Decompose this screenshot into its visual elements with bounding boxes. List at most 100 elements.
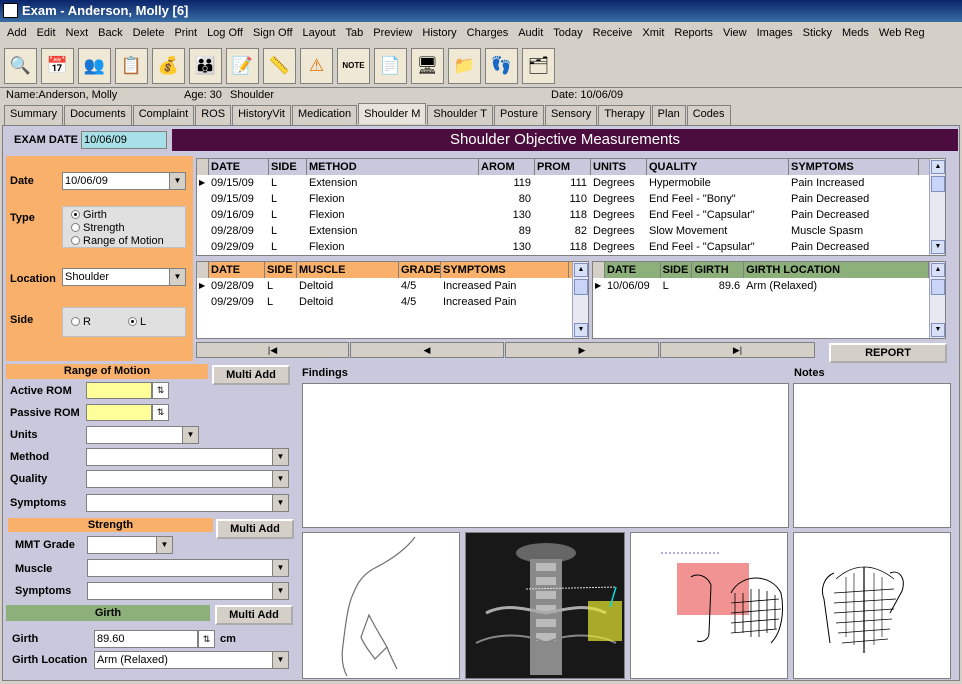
tab-complaint[interactable]: Complaint — [132, 105, 195, 125]
type-option-rom[interactable]: Range of Motion — [71, 235, 185, 248]
menu-item-view[interactable]: View — [718, 27, 752, 39]
scroll-up-icon[interactable]: ▲ — [574, 263, 588, 277]
tab-ros[interactable]: ROS — [195, 105, 232, 125]
table-row[interactable]: 09/15/09 L Flexion 80 110 Degrees End Feel - "… — [197, 191, 929, 207]
menu-item-preview[interactable]: Preview — [368, 27, 417, 39]
skeleton-outline-image[interactable] — [793, 532, 951, 679]
column-header-symptoms[interactable]: SYMPTOMS — [441, 262, 569, 278]
note-icon[interactable]: NOTE — [337, 47, 370, 84]
table-row[interactable]: 09/29/09 L Deltoid 4/5 Increased Pain — [197, 294, 572, 310]
column-header-girth[interactable]: GIRTH — [692, 262, 745, 278]
column-header-side[interactable]: SIDE — [661, 262, 693, 278]
nav-prev-button[interactable]: ◀ — [350, 342, 504, 358]
menu-item-history[interactable]: History — [417, 27, 461, 39]
people-icon[interactable]: 👥 — [78, 47, 111, 84]
active-rom-stepper-icon[interactable]: ⇅ — [152, 382, 169, 399]
report-button[interactable]: REPORT — [829, 343, 947, 363]
menu-item-today[interactable]: Today — [548, 27, 587, 39]
money-bag-icon[interactable]: 💰 — [152, 47, 185, 84]
files-icon[interactable]: 🗂 — [522, 47, 555, 84]
side-option-r[interactable]: R — [71, 316, 91, 328]
chevron-down-icon[interactable]: ▼ — [272, 471, 288, 487]
skeleton-annotated-image[interactable] — [630, 532, 788, 679]
tab-posture[interactable]: Posture — [494, 105, 544, 125]
units-combo[interactable]: ▼ — [86, 426, 199, 444]
tab-medication[interactable]: Medication — [291, 105, 358, 125]
menu-item-delete[interactable]: Delete — [128, 27, 170, 39]
muscle-combo[interactable]: ▼ — [87, 559, 289, 577]
nav-next-button[interactable]: ▶ — [505, 342, 659, 358]
table-row[interactable]: ▶ 09/28/09 L Deltoid 4/5 Increased Pain — [197, 278, 572, 294]
mmt-grade-combo[interactable]: ▼ — [87, 536, 173, 554]
tab-plan[interactable]: Plan — [651, 105, 686, 125]
chevron-down-icon[interactable]: ▼ — [272, 560, 288, 576]
column-header-symptoms[interactable]: SYMPTOMS — [789, 159, 919, 175]
chevron-down-icon[interactable]: ▼ — [169, 173, 185, 189]
xray-image[interactable] — [465, 532, 625, 679]
computer-icon[interactable]: 🖥 — [411, 47, 444, 84]
table-row[interactable]: ▶ 09/15/09 L Extension 119 111 Degrees Hypermob… — [197, 175, 929, 191]
menu-item-log-off[interactable]: Log Off — [202, 27, 248, 39]
column-header-date[interactable]: DATE — [209, 262, 265, 278]
active-rom-input[interactable] — [86, 382, 152, 399]
column-header-date[interactable]: DATE — [605, 262, 661, 278]
side-option-l[interactable]: L — [128, 316, 146, 328]
scroll-up-icon[interactable]: ▲ — [931, 263, 945, 277]
type-option-strength[interactable]: Strength — [71, 222, 185, 235]
girth-grid[interactable]: DATE SIDE GIRTH GIRTH LOCATION ▶ 10/06/09 L 89.… — [592, 261, 946, 339]
chevron-down-icon[interactable]: ▼ — [272, 449, 288, 465]
girth-location-combo[interactable]: Arm (Relaxed) ▼ — [94, 651, 289, 669]
column-header-side[interactable]: SIDE — [265, 262, 297, 278]
column-header-method[interactable]: METHOD — [307, 159, 479, 175]
strength-multi-add-button[interactable]: Multi Add — [216, 519, 294, 539]
menu-item-audit[interactable]: Audit — [513, 27, 548, 39]
column-header-arom[interactable]: AROM — [479, 159, 535, 175]
strength-grid[interactable]: DATE SIDE MUSCLE GRADE SYMPTOMS ▶ 09/28/09 L Del… — [196, 261, 589, 339]
notepad-icon[interactable]: 📝 — [226, 47, 259, 84]
tab-historyvit[interactable]: HistoryVit — [232, 105, 291, 125]
vertical-scrollbar[interactable]: ▲ ▼ — [572, 262, 588, 338]
column-header-units[interactable]: UNITS — [591, 159, 647, 175]
chevron-down-icon[interactable]: ▼ — [272, 652, 288, 668]
scroll-thumb[interactable] — [931, 176, 945, 192]
scroll-thumb[interactable] — [931, 279, 945, 295]
girth-multi-add-button[interactable]: Multi Add — [215, 605, 293, 625]
tab-summary[interactable]: Summary — [4, 105, 64, 125]
footprints-icon[interactable]: 👣 — [485, 47, 518, 84]
menu-item-web-reg[interactable]: Web Reg — [874, 27, 930, 39]
rom-multi-add-button[interactable]: Multi Add — [212, 365, 290, 385]
column-header-grade[interactable]: GRADE — [399, 262, 441, 278]
menu-item-next[interactable]: Next — [61, 27, 94, 39]
menu-item-print[interactable]: Print — [169, 27, 202, 39]
type-option-girth[interactable]: Girth — [71, 209, 185, 222]
chevron-down-icon[interactable]: ▼ — [272, 583, 288, 599]
chevron-down-icon[interactable]: ▼ — [272, 495, 288, 511]
table-row[interactable]: ▶ 10/06/09 L 89.6 Arm (Relaxed) — [593, 278, 929, 294]
table-row[interactable]: 09/16/09 L Flexion 130 118 Degrees End Feel - … — [197, 207, 929, 223]
nav-last-button[interactable]: ▶| — [660, 342, 815, 358]
menu-item-meds[interactable]: Meds — [837, 27, 874, 39]
passive-rom-input[interactable] — [86, 404, 152, 421]
tab-shoulder-t[interactable]: Shoulder T — [427, 105, 494, 125]
scroll-thumb[interactable] — [574, 279, 588, 295]
strength-symptoms-combo[interactable]: ▼ — [87, 582, 289, 600]
calendar-icon[interactable]: 📅 — [41, 47, 74, 84]
checklist-icon[interactable]: 📋 — [115, 47, 148, 84]
findings-textarea[interactable] — [302, 383, 789, 528]
warning-icon[interactable]: ⚠ — [300, 47, 333, 84]
vertical-scrollbar[interactable]: ▲ ▼ — [929, 262, 945, 338]
menu-item-sign-off[interactable]: Sign Off — [248, 27, 298, 39]
shoulder-sketch-image[interactable] — [302, 532, 460, 679]
girth-input[interactable]: 89.60 — [94, 630, 198, 648]
menu-item-xmit[interactable]: Xmit — [637, 27, 669, 39]
column-header-quality[interactable]: QUALITY — [647, 159, 789, 175]
tab-therapy[interactable]: Therapy — [598, 105, 651, 125]
column-header-prom[interactable]: PROM — [535, 159, 591, 175]
tab-documents[interactable]: Documents — [64, 105, 132, 125]
filter-date-combo[interactable]: 10/06/09 ▼ — [62, 172, 186, 190]
menu-item-reports[interactable]: Reports — [669, 27, 718, 39]
menu-item-add[interactable]: Add — [2, 27, 32, 39]
method-combo[interactable]: ▼ — [86, 448, 289, 466]
chevron-down-icon[interactable]: ▼ — [182, 427, 198, 443]
tab-sensory[interactable]: Sensory — [544, 105, 598, 125]
